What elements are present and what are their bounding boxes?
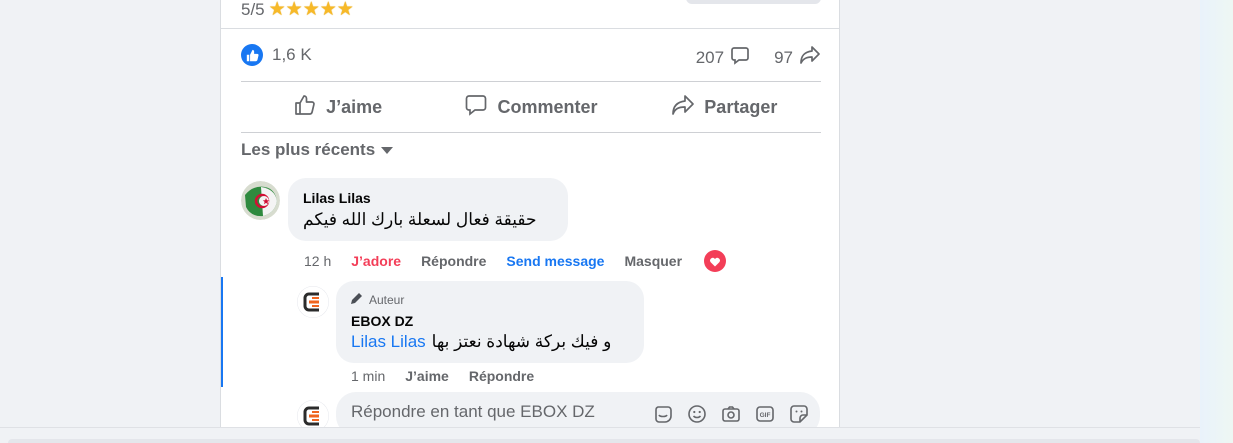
sticker-icon[interactable] bbox=[788, 403, 810, 425]
emoji-icon[interactable] bbox=[686, 403, 708, 425]
avatar[interactable] bbox=[297, 286, 329, 318]
comment-label: Commenter bbox=[497, 96, 598, 117]
share-arrow-icon bbox=[671, 93, 695, 122]
reply-button[interactable]: Répondre bbox=[469, 368, 534, 384]
comment-bubble: Lilas Lilas حقيقة فعال لسعلة بارك الله ف… bbox=[288, 178, 568, 241]
reply-text: و فيك بركة شهادة نعتز بها bbox=[431, 332, 612, 351]
pen-icon bbox=[350, 291, 364, 308]
like-label: J’aime bbox=[326, 96, 383, 117]
comment-author[interactable]: Lilas Lilas bbox=[303, 190, 371, 206]
comment-bubble-icon bbox=[464, 93, 488, 122]
comment-button[interactable]: Commenter bbox=[434, 84, 627, 130]
send-message-button[interactable]: Send message bbox=[506, 253, 604, 269]
avatar-sticker-icon[interactable] bbox=[652, 403, 674, 425]
caret-down-icon bbox=[381, 140, 394, 160]
divider bbox=[241, 81, 821, 82]
avatar[interactable] bbox=[241, 181, 280, 220]
rating-stars: ★★★★★ bbox=[268, 0, 354, 20]
sort-label: Les plus récents bbox=[241, 140, 376, 159]
hide-button[interactable]: Masquer bbox=[624, 253, 682, 269]
share-button[interactable]: Partager bbox=[628, 84, 821, 130]
reply-author[interactable]: EBOX DZ bbox=[351, 313, 413, 329]
reply-text-line: Lilas Lilas و فيك بركة شهادة نعتز بها bbox=[351, 332, 611, 352]
author-badge: Auteur bbox=[350, 291, 404, 308]
post-stats: 1,6 K 207 97 bbox=[241, 42, 821, 68]
page-right-edge bbox=[1200, 0, 1233, 443]
heart-icon[interactable] bbox=[704, 250, 727, 272]
composer-tools: GIF bbox=[652, 403, 810, 425]
avatar[interactable] bbox=[297, 400, 329, 427]
reply-actions: 1 min J’aime Répondre bbox=[351, 368, 534, 384]
post-card: 5/5 ★★★★★ 1,6 K 207 97 J’aime Commenter … bbox=[220, 0, 840, 427]
divider bbox=[221, 28, 839, 29]
reply-input[interactable] bbox=[351, 402, 631, 422]
post-actions: J’aime Commenter Partager bbox=[241, 84, 821, 130]
reactions-count[interactable]: 1,6 K bbox=[272, 45, 312, 65]
comments-count[interactable]: 207 bbox=[696, 48, 724, 68]
comment-time[interactable]: 12 h bbox=[304, 253, 331, 269]
reply-button[interactable]: Répondre bbox=[421, 253, 486, 269]
comment-bubble-icon bbox=[730, 45, 750, 70]
post-rating: 5/5 ★★★★★ bbox=[241, 0, 354, 21]
svg-text:GIF: GIF bbox=[760, 412, 771, 419]
like-button[interactable]: J’aime bbox=[405, 368, 449, 384]
author-badge-label: Auteur bbox=[369, 292, 405, 307]
reply-time[interactable]: 1 min bbox=[351, 368, 385, 384]
comment-actions: 12 h J’adore Répondre Send message Masqu… bbox=[304, 250, 727, 272]
comment-sort-dropdown[interactable]: Les plus récents bbox=[241, 140, 394, 160]
comment-text: حقيقة فعال لسعلة بارك الله فيكم bbox=[303, 210, 537, 229]
like-button[interactable]: J’aime bbox=[241, 84, 434, 130]
reply-bubble: Auteur EBOX DZ Lilas Lilas و فيك بركة شه… bbox=[336, 281, 644, 363]
share-label: Partager bbox=[704, 96, 778, 117]
divider bbox=[241, 132, 821, 133]
rating-text: 5/5 bbox=[241, 0, 265, 19]
thread-highlight bbox=[221, 277, 223, 387]
shares-count[interactable]: 97 bbox=[774, 48, 793, 68]
bottom-panel-edge bbox=[8, 439, 1200, 443]
share-arrow-icon bbox=[799, 45, 821, 70]
reply-composer: GIF bbox=[336, 392, 820, 427]
mention-link[interactable]: Lilas Lilas bbox=[351, 332, 426, 352]
thumbs-up-icon[interactable] bbox=[241, 44, 263, 66]
top-button-fragment[interactable] bbox=[686, 0, 821, 4]
love-reaction-button[interactable]: J’adore bbox=[351, 253, 401, 269]
gif-icon[interactable]: GIF bbox=[754, 403, 776, 425]
camera-icon[interactable] bbox=[720, 403, 742, 425]
thumbs-up-icon bbox=[293, 93, 317, 122]
